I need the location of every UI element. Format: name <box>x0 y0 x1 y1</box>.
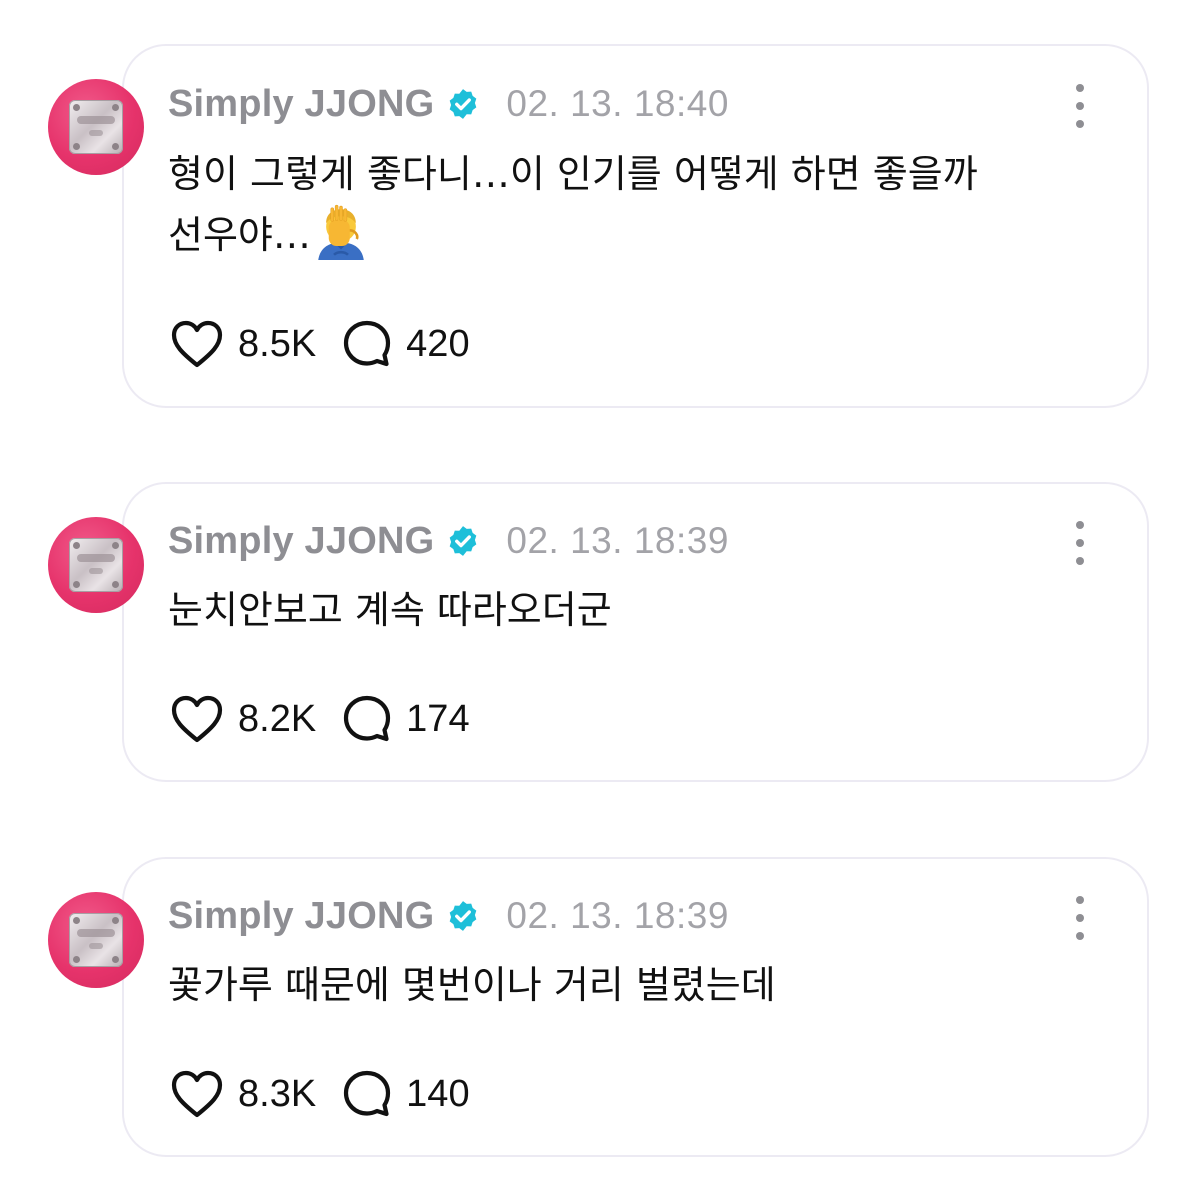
like-button[interactable]: 8.2K <box>170 694 316 744</box>
avatar-image <box>69 913 123 967</box>
comment-button[interactable]: 420 <box>342 319 470 369</box>
post-timestamp: 02. 13. 18:39 <box>506 520 729 561</box>
more-options-icon[interactable] <box>1071 521 1089 565</box>
facepalm-icon <box>318 204 364 260</box>
post-actions: 8.3K 140 <box>170 1069 470 1119</box>
comment-count: 174 <box>406 697 470 740</box>
like-count: 8.3K <box>238 1072 317 1115</box>
comment-count: 420 <box>406 322 470 365</box>
avatar[interactable] <box>48 517 144 613</box>
post-actions: 8.2K 174 <box>170 694 470 744</box>
comment-count: 140 <box>406 1072 470 1115</box>
like-button[interactable]: 8.5K <box>170 319 316 369</box>
comment-button[interactable]: 140 <box>342 1069 470 1119</box>
comment-icon <box>344 1070 391 1117</box>
comment-icon <box>344 695 391 742</box>
like-count: 8.5K <box>238 322 317 365</box>
author-name[interactable]: Simply JJONG <box>168 83 434 126</box>
verified-badge-icon <box>450 89 477 119</box>
author-name[interactable]: Simply JJONG <box>168 520 434 563</box>
verified-badge-icon <box>450 526 477 556</box>
like-count: 8.2K <box>238 697 317 740</box>
author-name[interactable]: Simply JJONG <box>168 895 434 938</box>
post-actions: 8.5K 420 <box>170 319 470 369</box>
post-timestamp: 02. 13. 18:40 <box>506 83 729 124</box>
heart-icon <box>171 320 223 368</box>
post-text-content: 형이 그렇게 좋다니…이 인기를 어떻게 하면 좋을까 선우야… <box>168 152 978 257</box>
more-options-icon[interactable] <box>1071 84 1089 128</box>
post-header: Simply JJONG 02. 13. 18:40 <box>168 82 729 126</box>
post-header: Simply JJONG 02. 13. 18:39 <box>168 519 729 563</box>
avatar[interactable] <box>48 892 144 988</box>
post-header: Simply JJONG 02. 13. 18:39 <box>168 894 729 938</box>
avatar[interactable] <box>48 79 144 175</box>
post-text: 눈치안보고 계속 따라오더군 <box>168 588 612 632</box>
avatar-image <box>69 100 123 154</box>
avatar-image <box>69 538 123 592</box>
heart-icon <box>171 695 223 743</box>
heart-icon <box>171 1070 223 1118</box>
more-options-icon[interactable] <box>1071 896 1089 940</box>
comment-icon <box>344 320 391 367</box>
post-timestamp: 02. 13. 18:39 <box>506 895 729 936</box>
post-text: 꽃가루 때문에 몇번이나 거리 벌렸는데 <box>168 963 776 1007</box>
comment-button[interactable]: 174 <box>342 694 470 744</box>
verified-badge-icon <box>450 901 477 931</box>
post-text: 형이 그렇게 좋다니…이 인기를 어떻게 하면 좋을까 선우야… <box>168 144 1098 265</box>
like-button[interactable]: 8.3K <box>170 1069 316 1119</box>
